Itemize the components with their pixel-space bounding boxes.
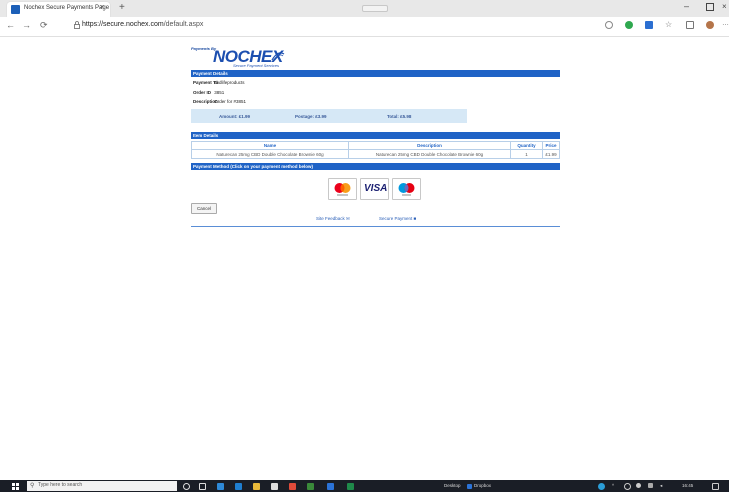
new-tab-button[interactable]: + xyxy=(119,2,125,13)
volume-icon[interactable]: ◂ xyxy=(660,483,662,489)
tray-icon[interactable] xyxy=(624,483,631,490)
site-feedback-link[interactable]: Site Feedback ✉ xyxy=(316,216,350,222)
total-value: Total: £5.98 xyxy=(387,114,412,119)
address-bar[interactable]: https://secure.nochex.com/default.aspx xyxy=(82,21,203,28)
footer-divider xyxy=(191,226,560,227)
site-favicon-icon xyxy=(11,5,20,14)
windows-taskbar: ⚲ Type here to search Desktop Dropbox ^ … xyxy=(0,480,729,492)
postage-value: Postage: £3.99 xyxy=(295,114,327,119)
lock-icon[interactable] xyxy=(74,21,80,29)
table-row: Naturecan 25mg CBD Double Chocolate Brow… xyxy=(191,149,560,159)
window-drag-handle[interactable] xyxy=(362,5,388,12)
item-price-cell: £1.99 xyxy=(542,149,560,159)
mastercard-logo-icon xyxy=(334,183,351,196)
close-window-button[interactable]: × xyxy=(722,2,727,11)
onedrive-icon[interactable] xyxy=(636,483,641,488)
file-explorer-icon[interactable] xyxy=(253,483,260,490)
excel-icon[interactable] xyxy=(347,483,354,490)
network-icon[interactable] xyxy=(648,483,653,488)
logo-swoosh-icon xyxy=(271,52,285,61)
browser-tab[interactable]: Nochex Secure Payments Page × xyxy=(7,2,110,17)
maximize-button[interactable] xyxy=(706,3,714,11)
items-table: Name Description Quantity Price Natureca… xyxy=(191,141,560,159)
cancel-button[interactable]: Cancel xyxy=(191,203,217,214)
more-menu-icon[interactable]: … xyxy=(722,20,729,27)
item-description-cell: Naturecan 25mg CBD Double Chocolate Brow… xyxy=(348,149,511,159)
amount-summary: Amount: £1.99 Postage: £3.99 Total: £5.9… xyxy=(191,109,467,123)
browser-nav-bar: ← → ⟳ https://secure.nochex.com/default.… xyxy=(0,17,729,37)
clock-time[interactable]: 16:45 xyxy=(682,483,693,488)
notifications-icon[interactable] xyxy=(712,483,719,490)
payment-method-header: Payment Method (Click on your payment me… xyxy=(191,163,560,170)
description-row: Description Order for #3851 xyxy=(193,99,247,104)
store-icon[interactable] xyxy=(271,483,278,490)
item-quantity-cell: 1 xyxy=(510,149,543,159)
browser-app-icon[interactable] xyxy=(235,483,242,490)
column-header: Description xyxy=(348,141,511,150)
read-aloud-icon[interactable] xyxy=(605,21,613,29)
tray-app-icon[interactable] xyxy=(598,483,605,490)
order-id-row: Order ID 3851 xyxy=(193,90,225,95)
visa-button[interactable]: VISA xyxy=(360,178,389,200)
app-icon[interactable] xyxy=(307,483,314,490)
amount-value: Amount: £1.99 xyxy=(219,114,251,119)
column-header: Name xyxy=(191,141,349,150)
column-header: Quantity xyxy=(510,141,543,150)
desktop-label[interactable]: Desktop xyxy=(444,483,461,488)
item-details-header: Item Details xyxy=(191,132,560,139)
mastercard-button[interactable] xyxy=(328,178,357,200)
chrome-icon[interactable] xyxy=(289,483,296,490)
favorites-star-icon[interactable]: ☆ xyxy=(665,20,672,29)
close-tab-icon[interactable]: × xyxy=(100,4,104,11)
visa-logo: VISA xyxy=(364,183,388,194)
taskbar-search-placeholder: Type here to search xyxy=(38,482,83,488)
word-icon[interactable] xyxy=(327,483,334,490)
forward-button[interactable]: → xyxy=(22,20,31,30)
tab-title: Nochex Secure Payments Page xyxy=(24,5,110,11)
browser-tab-bar: Nochex Secure Payments Page × + – × xyxy=(0,0,729,17)
payment-details-header: Payment Details xyxy=(191,70,560,77)
item-name-cell: Naturecan 25mg CBD Double Chocolate Brow… xyxy=(191,149,349,159)
collections-panel-icon[interactable] xyxy=(686,21,694,29)
windows-start-icon[interactable] xyxy=(12,483,19,490)
payment-to-row: Payment To cbdlifeproducts xyxy=(193,80,245,85)
collections-icon[interactable] xyxy=(645,21,653,29)
tray-chevron-icon[interactable]: ^ xyxy=(612,483,614,488)
task-view-icon[interactable] xyxy=(199,483,206,490)
maestro-button[interactable] xyxy=(392,178,421,200)
minimize-button[interactable]: – xyxy=(684,1,689,11)
dropbox-icon xyxy=(467,484,472,489)
dropbox-label[interactable]: Dropbox xyxy=(474,483,491,488)
secure-payment-link[interactable]: Secure Payment ■ xyxy=(379,216,416,221)
extension-icon[interactable] xyxy=(625,21,633,29)
edge-browser-icon[interactable] xyxy=(217,483,224,490)
feedback-icon: ✉ xyxy=(346,216,350,221)
refresh-button[interactable]: ⟳ xyxy=(40,20,48,31)
logo-tagline: Secure Payment Services xyxy=(233,63,280,68)
search-icon: ⚲ xyxy=(30,483,35,489)
column-header: Price xyxy=(542,141,560,150)
profile-avatar-icon[interactable] xyxy=(706,21,714,29)
maestro-logo-icon xyxy=(398,183,415,196)
padlock-icon: ■ xyxy=(413,216,417,221)
cortana-icon[interactable] xyxy=(183,483,190,490)
back-button[interactable]: ← xyxy=(6,20,15,30)
